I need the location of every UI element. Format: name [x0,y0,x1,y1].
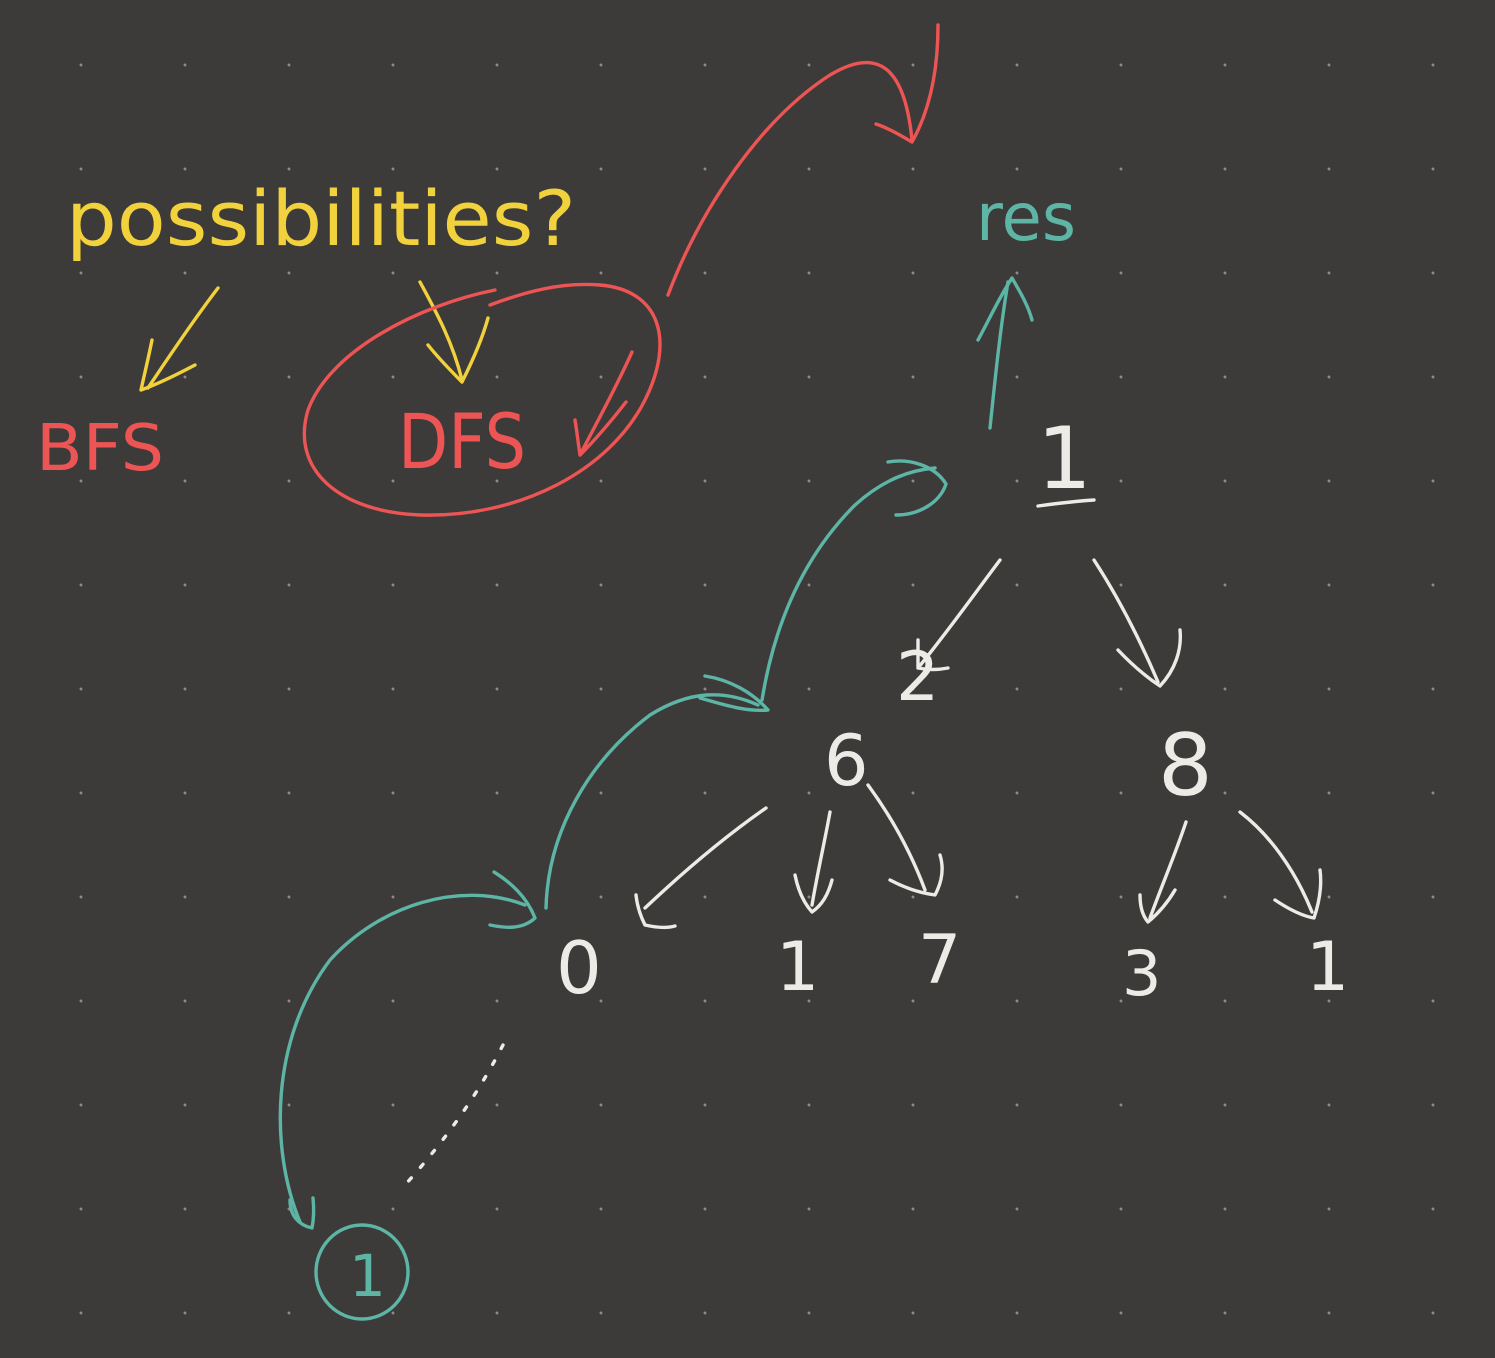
edge-6-to-7 [866,783,944,897]
tree-node-1-a: 1 [776,928,819,1007]
arrow-to-dfs [418,280,464,382]
drawing-layer: possibilities? BFS DFS res 1 1 2 8 6 0 1… [36,23,1349,1321]
bfs-label: BFS [36,412,164,486]
dfs-circle-arrow [573,350,634,457]
red-arc-to-top [666,60,914,297]
yellow-annotations: possibilities? [66,174,576,392]
tree: 1 2 8 6 0 1 7 3 1 ...... [400,409,1349,1189]
edge-8-to-3 [1138,820,1188,924]
arrow-up-to-res [988,280,1010,430]
tree-node-0: 0 [556,926,602,1010]
tree-node-root: 1 [1037,409,1092,509]
edge-root-to-8 [1092,558,1183,688]
edge-6-to-1 [793,810,834,914]
red-arc-arrowhead [874,23,940,144]
tree-node-1-b: 1 [1306,928,1349,1007]
tree-node-7: 7 [918,921,961,1000]
arc-1-arrowhead [886,459,948,517]
result-label: res [976,179,1076,256]
edge-6-to-0 [634,806,768,930]
red-annotations: BFS DFS [36,23,940,517]
dfs-label: DFS [398,397,526,486]
arc-0-to-6 [544,693,760,910]
arrow-to-bfs-head [139,338,197,392]
arrow-to-dfs-head [426,316,490,384]
ellipsis-dots [403,1043,505,1187]
edge-root-to-2 [916,558,1002,672]
edge-8-to-1 [1238,810,1323,920]
arc-leaf-to-0 [278,893,527,1224]
question-label: possibilities? [66,174,576,263]
leaf-circled-label: 1 [349,1242,386,1310]
ellipsis-label: ...... [400,1187,403,1189]
tree-node-8: 8 [1158,716,1213,816]
tree-node-3: 3 [1122,937,1161,1010]
teal-annotations: res 1 [278,179,1076,1321]
tree-node-6: 6 [824,720,869,802]
